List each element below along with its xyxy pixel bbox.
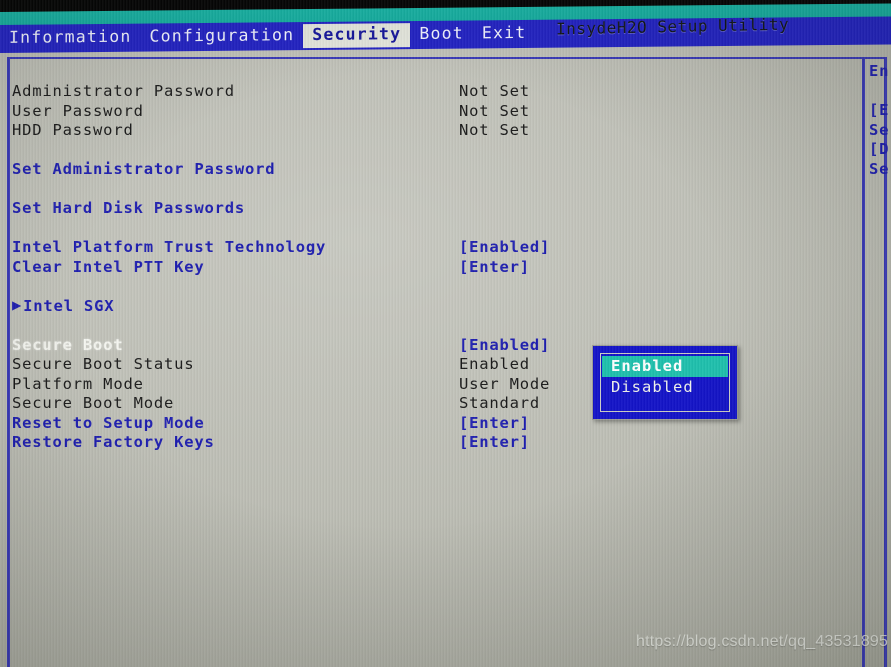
setting-label: Secure Boot Mode xyxy=(12,394,175,412)
spacer-row xyxy=(12,277,852,297)
dropdown-option-disabled[interactable]: Disabled xyxy=(602,377,728,398)
setting-label: Intel Platform Trust Technology xyxy=(12,238,327,256)
setting-label: Clear Intel PTT Key xyxy=(12,257,205,276)
menu-tab-information[interactable]: Information xyxy=(0,26,140,51)
setting-label: Secure Boot xyxy=(12,335,124,354)
menu-tab-boot[interactable]: Boot xyxy=(410,23,473,47)
spacer-row xyxy=(12,219,852,239)
help-text-line: Se xyxy=(869,120,890,139)
setting-label: Set Hard Disk Passwords xyxy=(12,199,246,217)
setting-value[interactable]: [Enter] xyxy=(459,414,530,434)
setting-value[interactable]: Not Set xyxy=(459,121,530,141)
setting-row[interactable]: HDD Password Not Set xyxy=(12,121,852,141)
setting-value[interactable]: Not Set xyxy=(459,102,530,122)
setting-label: Secure Boot Status xyxy=(12,355,195,373)
setting-value[interactable]: [Enter] xyxy=(459,258,530,278)
bios-setup-screen: InsydeH2O Setup Utility Information Confi… xyxy=(0,0,891,667)
setting-row[interactable]: Intel Platform Trust Technology [Enabled] xyxy=(12,238,852,258)
setting-value[interactable]: [Enabled] xyxy=(459,238,550,258)
setting-label: Administrator Password xyxy=(12,82,235,100)
spacer-row xyxy=(12,141,852,161)
setting-value[interactable]: Not Set xyxy=(459,82,530,102)
menu-tab-configuration[interactable]: Configuration xyxy=(140,24,303,49)
menu-tab-security[interactable]: Security xyxy=(303,23,411,48)
setting-row[interactable]: Set Hard Disk Passwords xyxy=(12,199,852,219)
setting-value[interactable]: [Enabled] xyxy=(459,336,550,356)
spacer-row xyxy=(12,316,852,336)
setting-value[interactable]: Standard xyxy=(459,394,540,414)
setting-label: ▶Intel SGX xyxy=(12,295,115,317)
help-text-line: [E xyxy=(869,101,890,119)
help-pane: En [E Se [D Se xyxy=(866,62,891,179)
setting-value[interactable]: User Mode xyxy=(459,375,550,395)
help-text-line: [D xyxy=(869,140,890,158)
setting-row[interactable]: Restore Factory Keys [Enter] xyxy=(12,433,852,453)
setting-row[interactable]: Administrator Password Not Set xyxy=(12,82,852,102)
menu-tab-exit[interactable]: Exit xyxy=(473,22,536,46)
dropdown-option-list: Enabled Disabled xyxy=(602,356,728,398)
setting-row[interactable]: ▶Intel SGX xyxy=(12,295,852,317)
submenu-arrow-icon: ▶ xyxy=(12,295,23,314)
setting-label: Platform Mode xyxy=(12,374,144,393)
setting-value[interactable]: [Enter] xyxy=(459,433,530,453)
setting-label: Reset to Setup Mode xyxy=(12,413,205,432)
content-frame-divider xyxy=(862,57,865,667)
setting-label: Set Administrator Password xyxy=(12,160,276,178)
help-text-line: Se xyxy=(869,159,890,178)
dropdown-option-enabled[interactable]: Enabled xyxy=(602,356,728,377)
setting-value[interactable]: Enabled xyxy=(459,355,530,375)
setting-label: User Password xyxy=(12,101,144,120)
setting-row[interactable]: User Password Not Set xyxy=(12,102,852,122)
setting-row[interactable]: Set Administrator Password xyxy=(12,160,852,180)
watermark: https://blog.csdn.net/qq_43531895 xyxy=(636,633,889,650)
setting-label: Restore Factory Keys xyxy=(12,433,215,451)
spacer-row xyxy=(12,180,852,200)
help-spacer xyxy=(866,82,891,102)
setting-label: HDD Password xyxy=(12,121,134,139)
help-text-line: En xyxy=(869,62,890,80)
setting-label-text: Intel SGX xyxy=(23,296,115,315)
dropdown-inner-border: Enabled Disabled xyxy=(600,353,730,412)
secure-boot-dropdown[interactable]: Enabled Disabled xyxy=(592,345,738,420)
setting-row[interactable]: Clear Intel PTT Key [Enter] xyxy=(12,258,852,278)
